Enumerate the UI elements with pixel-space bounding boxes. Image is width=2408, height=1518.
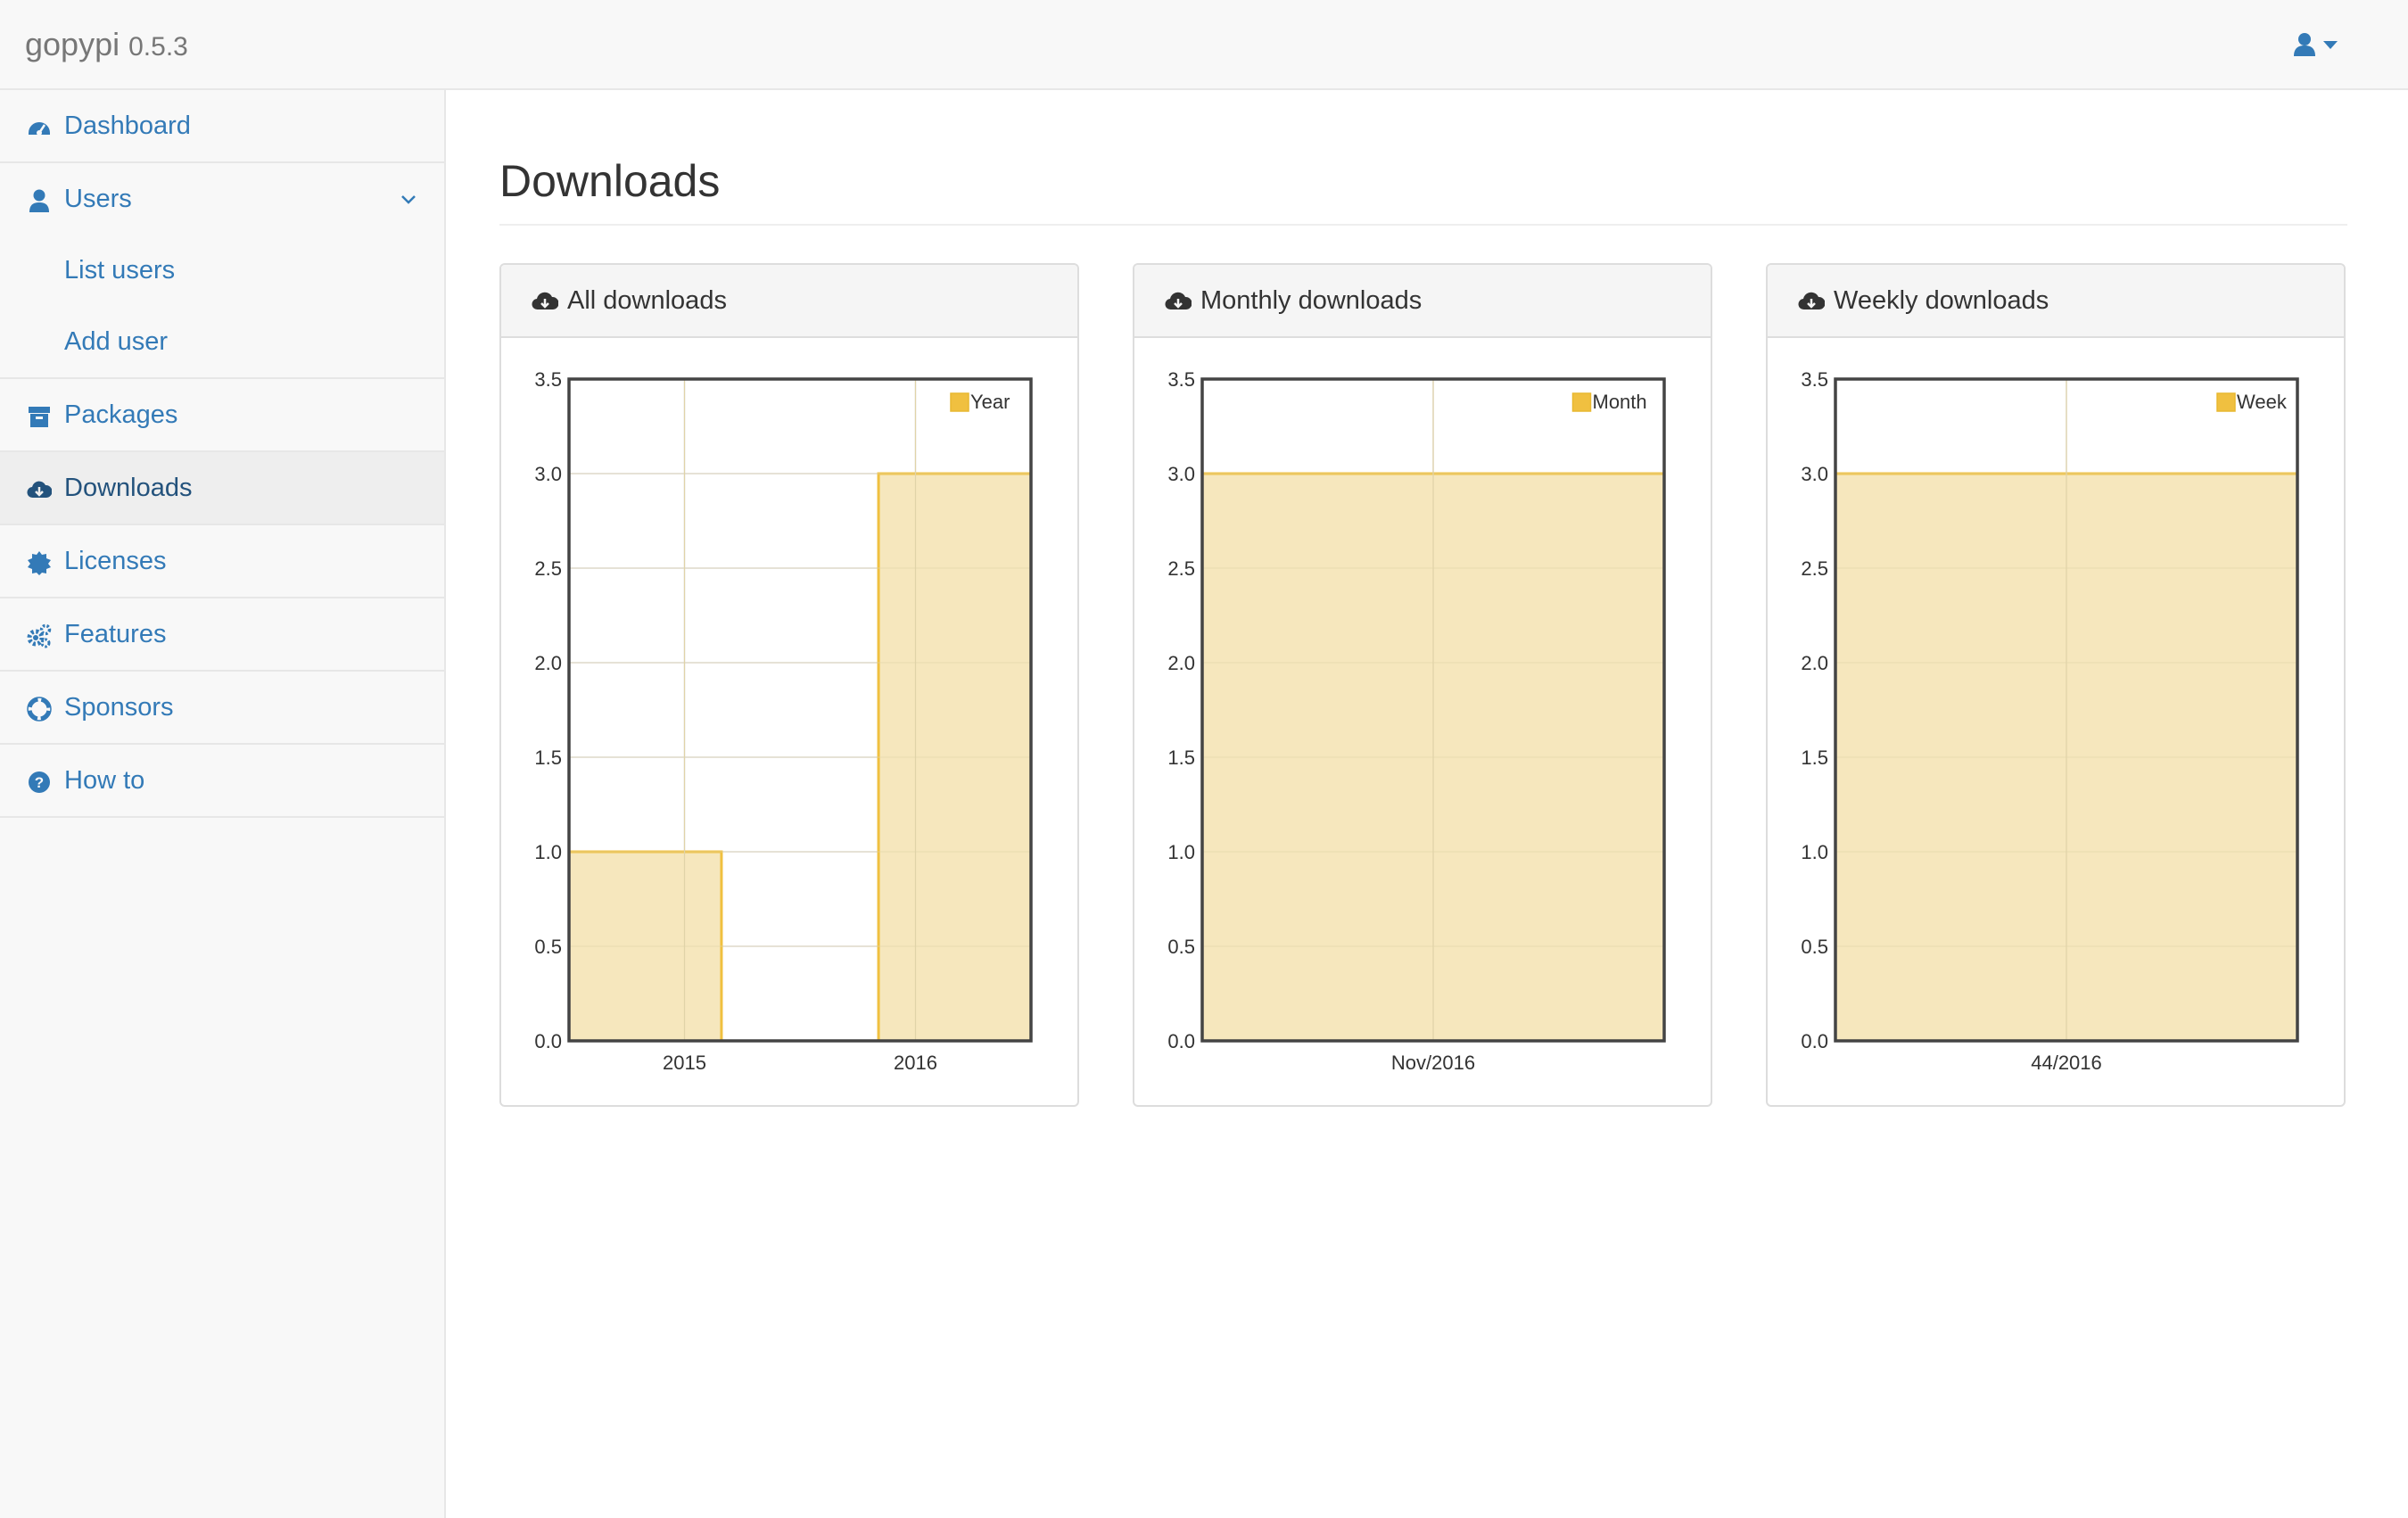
y-tick-label: 3.5 xyxy=(534,368,562,391)
user-icon xyxy=(29,189,49,212)
app-version: 0.5.3 xyxy=(128,32,188,62)
sidebar-item-dashboard[interactable]: Dashboard xyxy=(0,90,444,163)
sidebar: Dashboard Users List users Add user Pack… xyxy=(0,90,446,1518)
dashboard-icon xyxy=(29,122,50,136)
caret-down-icon xyxy=(2323,41,2338,49)
cloud-download-icon xyxy=(27,481,52,499)
y-tick-label: 0.0 xyxy=(1801,1030,1828,1052)
cloud-download-icon xyxy=(1165,292,1192,310)
chart-area: 0.0 0.5 1.0 1.5 2.0 2.5 3.0 3.5 Nov/2016 Month xyxy=(1134,340,1711,1105)
sidebar-item-label: Features xyxy=(64,620,167,648)
y-tick-label: 1.5 xyxy=(1801,747,1828,769)
sidebar-item-label: Users xyxy=(64,185,132,213)
legend: Year xyxy=(950,391,1010,413)
user-menu-toggle[interactable] xyxy=(2294,27,2347,62)
chart-weekly-downloads: 0.0 0.5 1.0 1.5 2.0 2.5 3.0 3.5 44/2016 Week xyxy=(1801,368,2299,1074)
panel-title: Weekly downloads xyxy=(1834,286,2049,315)
x-tick-label: 2016 xyxy=(894,1052,937,1074)
sidebar-item-howto[interactable]: ? How to xyxy=(0,745,444,818)
y-tick-label: 2.0 xyxy=(1801,652,1828,674)
sidebar-item-label: Sponsors xyxy=(64,693,174,722)
y-tick-label: 1.0 xyxy=(1801,841,1828,863)
sidebar-item-add-user[interactable]: Add user xyxy=(0,306,444,379)
y-tick-label: 0.0 xyxy=(534,1030,562,1052)
panel-weekly-downloads: Weekly downloads 0.0 0.5 1.0 1.5 2.0 2.5 3.0 3.… xyxy=(1766,263,2346,1107)
y-tick-label: 2.5 xyxy=(1801,557,1828,580)
legend-label: Month xyxy=(1593,391,1647,413)
chart-area: 0.0 0.5 1.0 1.5 2.0 2.5 3.0 3.5 2015 2016 Year xyxy=(501,340,1077,1105)
legend: Month xyxy=(1571,391,1647,413)
app-name: gopypi xyxy=(25,26,120,62)
title-divider xyxy=(499,224,2347,226)
legend-swatch xyxy=(2216,392,2236,412)
y-tick-label: 1.0 xyxy=(534,841,562,863)
y-tick-label: 0.0 xyxy=(1167,1030,1195,1052)
sidebar-item-licenses[interactable]: Licenses xyxy=(0,525,444,598)
sidebar-item-label: Downloads xyxy=(64,474,193,502)
legend-swatch xyxy=(950,392,969,412)
svg-text:?: ? xyxy=(35,774,44,791)
cloud-download-icon xyxy=(532,292,558,310)
life-ring-icon xyxy=(27,697,52,722)
x-tick-label: 44/2016 xyxy=(2031,1052,2102,1074)
panel-all-downloads: All downloads 0.0 0.5 1.0 1.5 2.0 2.5 3.0 3.5 20… xyxy=(499,263,1079,1107)
sidebar-item-label: Licenses xyxy=(64,547,167,575)
user-icon xyxy=(2294,33,2315,56)
panel-heading: Monthly downloads xyxy=(1134,265,1711,338)
y-tick-label: 1.5 xyxy=(1167,747,1195,769)
sidebar-item-downloads[interactable]: Downloads xyxy=(0,452,444,525)
y-tick-label: 0.5 xyxy=(534,936,562,958)
sidebar-item-packages[interactable]: Packages xyxy=(0,379,444,452)
sidebar-item-list-users[interactable]: List users xyxy=(0,235,444,306)
legend-label: Week xyxy=(2237,391,2288,413)
sidebar-item-label: List users xyxy=(64,256,176,285)
y-tick-label: 3.0 xyxy=(534,463,562,485)
x-tick-label: Nov/2016 xyxy=(1391,1052,1475,1074)
y-tick-label: 2.0 xyxy=(534,652,562,674)
question-circle-icon: ? xyxy=(29,771,50,793)
chart-area: 0.0 0.5 1.0 1.5 2.0 2.5 3.0 3.5 44/2016 Week xyxy=(1768,340,2344,1105)
y-tick-label: 3.5 xyxy=(1801,368,1828,391)
sidebar-item-label: Add user xyxy=(64,327,169,356)
legend-label: Year xyxy=(970,391,1010,413)
sidebar-item-features[interactable]: Features xyxy=(0,598,444,672)
brand[interactable]: gopypi 0.5.3 xyxy=(25,25,188,67)
sidebar-item-label: How to xyxy=(64,766,145,795)
y-tick-label: 1.0 xyxy=(1167,841,1195,863)
y-tick-label: 3.0 xyxy=(1801,463,1828,485)
y-tick-label: 2.5 xyxy=(1167,557,1195,580)
panel-heading: Weekly downloads xyxy=(1768,265,2344,338)
sidebar-item-users[interactable]: Users xyxy=(0,163,444,235)
sidebar-item-sponsors[interactable]: Sponsors xyxy=(0,672,444,745)
sidebar-item-label: Dashboard xyxy=(64,111,191,140)
chart-monthly-downloads: 0.0 0.5 1.0 1.5 2.0 2.5 3.0 3.5 Nov/2016 Month xyxy=(1167,368,1666,1074)
y-tick-label: 2.0 xyxy=(1167,652,1195,674)
chart-all-downloads: 0.0 0.5 1.0 1.5 2.0 2.5 3.0 3.5 2015 2016 Year xyxy=(534,368,1033,1074)
y-tick-label: 2.5 xyxy=(534,557,562,580)
sidebar-item-label: Packages xyxy=(64,400,178,429)
cogs-icon xyxy=(27,623,52,648)
y-tick-label: 0.5 xyxy=(1801,936,1828,958)
y-tick-label: 3.5 xyxy=(1167,368,1195,391)
cloud-download-icon xyxy=(1798,292,1825,310)
archive-icon xyxy=(29,407,50,427)
panel-monthly-downloads: Monthly downloads 0.0 0.5 1.0 1.5 2.0 2.5 3.0 3… xyxy=(1133,263,1712,1107)
panel-heading: All downloads xyxy=(501,265,1077,338)
legend-swatch xyxy=(1571,392,1592,412)
top-navbar: gopypi 0.5.3 xyxy=(0,0,2408,90)
y-tick-label: 0.5 xyxy=(1167,936,1195,958)
chevron-down-icon[interactable] xyxy=(398,188,419,210)
panel-title: All downloads xyxy=(567,286,727,315)
legend: Week xyxy=(2216,391,2288,413)
x-tick-label: 2015 xyxy=(663,1052,706,1074)
y-tick-label: 1.5 xyxy=(534,747,562,769)
panel-title: Monthly downloads xyxy=(1200,286,1423,315)
certificate-icon xyxy=(28,551,51,575)
y-tick-label: 3.0 xyxy=(1167,463,1195,485)
page-title: Downloads xyxy=(499,156,721,206)
